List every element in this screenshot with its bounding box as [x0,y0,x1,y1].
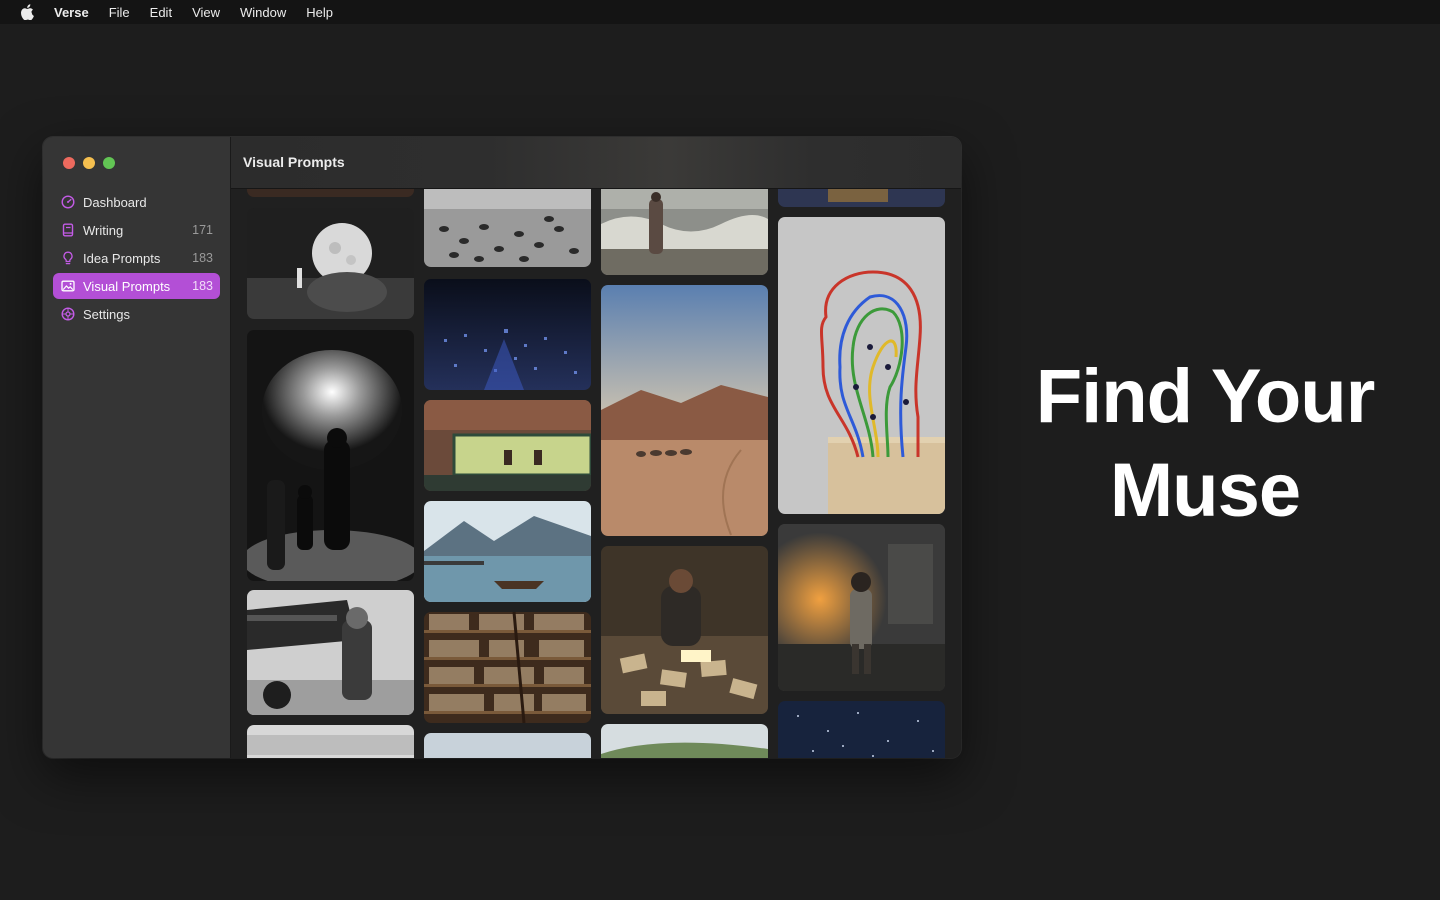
sidebar-nav: Dashboard Writing 171 Idea Prompts 183 V… [53,189,220,329]
gallery-tile-wire-head-sculpture[interactable] [778,217,945,514]
sidebar: Dashboard Writing 171 Idea Prompts 183 V… [43,137,231,758]
photo-icon [61,279,75,293]
image-gallery [231,189,961,758]
lightbulb-icon [61,251,75,265]
sidebar-item-count: 171 [192,223,213,237]
tagline-line-2: Muse [1109,448,1301,533]
menu-edit[interactable]: Edit [150,5,172,20]
sidebar-item-label: Dashboard [83,194,147,210]
gallery-tile-boy-letters-floor[interactable] [601,546,768,714]
menu-view[interactable]: View [192,5,220,20]
sidebar-item-label: Idea Prompts [83,250,161,266]
gallery-tile-city-night-lights[interactable] [424,279,591,390]
sidebar-item-visual-prompts[interactable]: Visual Prompts 183 [53,273,220,299]
gallery-tile-partial[interactable] [247,189,414,197]
sidebar-item-dashboard[interactable]: Dashboard [53,189,220,215]
gallery-tile-pigeons-square[interactable] [424,189,591,267]
gallery-tile-partial-hills[interactable] [601,724,768,758]
sidebar-item-writing[interactable]: Writing 171 [53,217,220,243]
gallery-tile-library-ladder[interactable] [424,612,591,723]
gallery-tile-fireworks-family-silhouette[interactable] [247,330,414,581]
minimize-button[interactable] [83,157,95,169]
sidebar-item-label: Writing [83,222,124,238]
gallery-tile-moon-child-boulder[interactable] [247,208,414,319]
window-controls [63,157,115,169]
gallery-tile-partial-painting[interactable] [778,189,945,207]
gallery-tile-partial-sky[interactable] [247,725,414,758]
sidebar-item-count: 183 [192,279,213,293]
gallery-tile-woman-stormy-sea[interactable] [601,189,768,275]
gallery-tile-desert-camels[interactable] [601,285,768,536]
sidebar-item-settings[interactable]: Settings [53,301,220,327]
zoom-button[interactable] [103,157,115,169]
gallery-tile-diner-nighthawks[interactable] [424,400,591,491]
gauge-icon [61,195,75,209]
tagline-line-1: Find Your [1035,354,1376,439]
sidebar-item-idea-prompts[interactable]: Idea Prompts 183 [53,245,220,271]
gear-icon [61,307,75,321]
menu-file[interactable]: File [109,5,130,20]
main-content: Visual Prompts [231,137,961,758]
sidebar-item-label: Visual Prompts [83,278,171,294]
gallery-tile-partial-light[interactable] [424,733,591,758]
tagline: Find Your Muse [1000,350,1410,538]
gallery-tile-starry-sky[interactable] [778,701,945,758]
apple-logo-icon[interactable] [20,4,34,20]
gallery-tile-aviator-biplane[interactable] [247,590,414,715]
app-window: Dashboard Writing 171 Idea Prompts 183 V… [43,137,961,758]
close-button[interactable] [63,157,75,169]
gallery-tile-fjord-boat[interactable] [424,501,591,602]
sidebar-item-label: Settings [83,306,130,322]
page-title: Visual Prompts [243,154,345,170]
menu-window[interactable]: Window [240,5,286,20]
book-icon [61,223,75,237]
sidebar-item-count: 183 [192,251,213,265]
menu-bar: Verse File Edit View Window Help [0,0,1440,24]
menu-app-name[interactable]: Verse [54,5,89,20]
gallery-tile-child-burning-ruins[interactable] [778,524,945,691]
title-bar: Visual Prompts [231,137,961,189]
menu-help[interactable]: Help [306,5,333,20]
